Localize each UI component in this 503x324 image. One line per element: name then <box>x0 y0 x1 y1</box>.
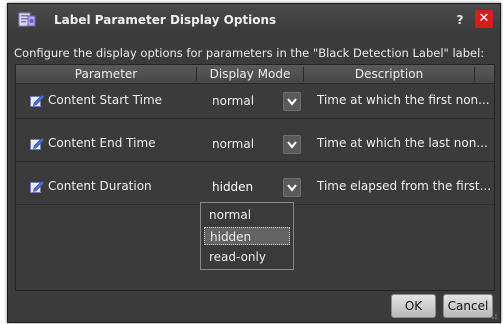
dialog-title: Label Parameter Display Options <box>54 13 277 27</box>
chevron-down-icon[interactable] <box>283 92 301 111</box>
table-row[interactable]: Content End Time normal Time at which th… <box>16 127 494 162</box>
edit-pencil-icon <box>30 137 45 150</box>
table-header: Parameter Display Mode Description <box>16 65 494 84</box>
close-button[interactable]: ✕ <box>475 10 493 28</box>
display-mode-value: hidden <box>212 180 254 194</box>
parameter-name: Content Duration <box>48 179 152 193</box>
parameters-icon <box>18 12 36 27</box>
label-parameter-display-options-dialog: Label Parameter Display Options ? ✕ Conf… <box>7 3 501 323</box>
table-row[interactable]: Content Duration hidden Time elapsed fro… <box>16 170 494 205</box>
dropdown-option-hidden[interactable]: hidden <box>204 227 290 245</box>
column-header-description[interactable]: Description <box>304 65 474 83</box>
column-separator <box>474 67 475 81</box>
column-header-display-mode[interactable]: Display Mode <box>197 65 303 83</box>
display-mode-value: normal <box>212 94 255 108</box>
parameter-description: Time elapsed from the first... <box>317 179 492 193</box>
table-row[interactable]: Content Start Time normal Time at which … <box>16 84 494 119</box>
parameter-description: Time at which the last non... <box>317 136 488 150</box>
resize-grip-icon[interactable] <box>488 310 498 320</box>
help-button[interactable]: ? <box>454 13 466 27</box>
parameter-description: Time at which the first non... <box>317 93 490 107</box>
title-bar: Label Parameter Display Options ? ✕ <box>8 4 500 35</box>
display-mode-dropdown: normal hidden read-only <box>200 202 294 270</box>
intro-text: Configure the display options for parame… <box>14 46 485 60</box>
parameter-name: Content End Time <box>48 136 156 150</box>
display-mode-value: normal <box>212 137 255 151</box>
parameter-name: Content Start Time <box>48 93 163 107</box>
edit-pencil-icon <box>30 180 45 193</box>
ok-button[interactable]: OK <box>391 294 436 318</box>
display-mode-select[interactable]: normal <box>203 133 301 155</box>
column-header-parameter[interactable]: Parameter <box>16 65 196 83</box>
display-mode-select[interactable]: hidden <box>203 176 301 198</box>
display-mode-select[interactable]: normal <box>203 90 301 112</box>
cancel-button[interactable]: Cancel <box>443 294 493 318</box>
edit-pencil-icon <box>30 94 45 107</box>
chevron-down-icon[interactable] <box>283 178 301 197</box>
dropdown-option-read-only[interactable]: read-only <box>204 248 290 266</box>
chevron-down-icon[interactable] <box>283 135 301 154</box>
dropdown-option-normal[interactable]: normal <box>204 206 290 224</box>
